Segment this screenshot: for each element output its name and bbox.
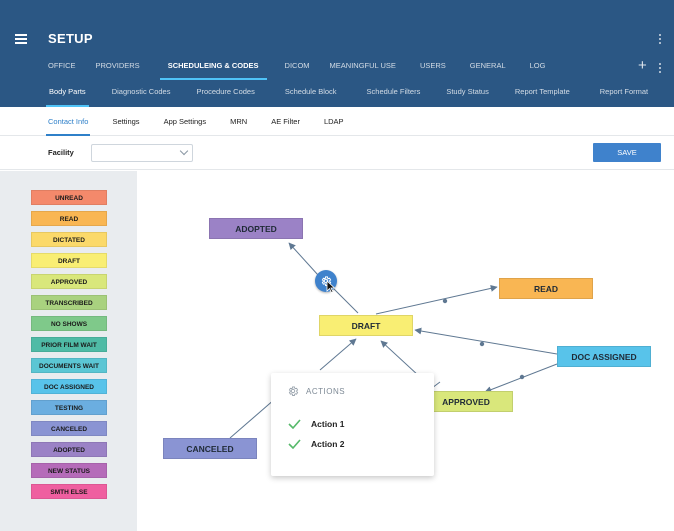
secondary-nav: Body Parts Diagnostic Codes Procedure Co…	[36, 88, 661, 107]
tab-settings[interactable]: Settings	[100, 107, 151, 136]
workflow-node-canceled[interactable]: CANCELED	[163, 438, 257, 459]
sub-tab-schedule-block[interactable]: Schedule Block	[272, 88, 350, 107]
tab-ae-filter[interactable]: AE Filter	[259, 107, 312, 136]
more-vert-icon[interactable]	[659, 34, 662, 46]
status-chip-doc-assigned[interactable]: DOC ASSIGNED	[31, 379, 107, 394]
action-item-2[interactable]: Action 2	[288, 437, 345, 451]
tab-app-settings[interactable]: App Settings	[152, 107, 219, 136]
action-label: Action 1	[311, 419, 345, 429]
sub-tab-diagnostic-codes[interactable]: Diagnostic Codes	[99, 88, 184, 107]
check-icon	[288, 439, 301, 449]
nav-tab-meaningful-use[interactable]: MEANINGFUL USE	[320, 62, 406, 80]
status-chip-testing[interactable]: TESTING	[31, 400, 107, 415]
status-chip-adopted[interactable]: ADOPTED	[31, 442, 107, 457]
more-vert-icon[interactable]	[659, 63, 662, 75]
nav-tab-general[interactable]: GENERAL	[460, 62, 516, 80]
nav-tab-users[interactable]: USERS	[410, 62, 456, 80]
status-chip-transcribed[interactable]: TRANSCRIBED	[31, 295, 107, 310]
workflow-node-read[interactable]: READ	[499, 278, 593, 299]
status-chip-draft[interactable]: DRAFT	[31, 253, 107, 268]
sub-tab-report-format[interactable]: Report Format	[587, 88, 661, 107]
status-chip-unread[interactable]: UNREAD	[31, 190, 107, 205]
top-app-bar: SETUP OFFICE PROVIDERS SCHEDULEING & COD…	[0, 0, 674, 107]
nav-tab-scheduling-codes[interactable]: SCHEDULEING & CODES	[158, 62, 269, 80]
sub-tab-body-parts[interactable]: Body Parts	[36, 88, 99, 107]
status-chip-smth-else[interactable]: SMTH ELSE	[31, 484, 107, 499]
app-title: SETUP	[48, 31, 93, 46]
status-chip-dictated[interactable]: DICTATED	[31, 232, 107, 247]
sub-tab-procedure-codes[interactable]: Procedure Codes	[183, 88, 267, 107]
workflow-node-draft[interactable]: DRAFT	[319, 315, 413, 336]
tab-mrn[interactable]: MRN	[218, 107, 259, 136]
filter-row: Facility	[0, 136, 674, 170]
action-item-1[interactable]: Action 1	[288, 417, 345, 431]
tab-contact-info[interactable]: Contact Info	[36, 107, 100, 136]
nav-tab-office[interactable]: OFFICE	[38, 62, 86, 80]
actions-title: ACTIONS	[306, 386, 346, 396]
add-icon[interactable]: +	[638, 58, 647, 73]
sub-tab-report-template[interactable]: Report Template	[502, 88, 583, 107]
workflow-node-doc-assigned[interactable]: DOC ASSIGNED	[557, 346, 651, 367]
facility-select[interactable]	[91, 144, 193, 162]
setup-screen: SETUP OFFICE PROVIDERS SCHEDULEING & COD…	[0, 0, 674, 531]
sub-tab-schedule-filters[interactable]: Schedule Filters	[354, 88, 434, 107]
facility-label: Facility	[48, 148, 74, 157]
actions-popup: ACTIONS Action 1 Action 2	[271, 373, 434, 476]
save-button[interactable]: SAVE	[593, 143, 661, 162]
primary-nav: OFFICE PROVIDERS SCHEDULEING & CODES DIC…	[38, 62, 555, 80]
tab-ldap[interactable]: LDAP	[312, 107, 356, 136]
nav-tab-dicom[interactable]: DICOM	[275, 62, 320, 80]
status-palette: UNREAD READ DICTATED DRAFT APPROVED TRANSCRIB…	[0, 171, 137, 531]
nav-tab-providers[interactable]: PROVIDERS	[86, 62, 150, 80]
status-chip-documents-wait[interactable]: DOCUMENTS WAIT	[31, 358, 107, 373]
status-chip-new-status[interactable]: NEW STATUS	[31, 463, 107, 478]
section-tabs: Contact Info Settings App Settings MRN A…	[0, 107, 674, 136]
sub-tab-study-status[interactable]: Study Status	[433, 88, 502, 107]
actions-header: ACTIONS	[287, 385, 345, 397]
workflow-node-adopted[interactable]: ADOPTED	[209, 218, 303, 239]
gear-icon	[288, 386, 299, 396]
action-label: Action 2	[311, 439, 345, 449]
chevron-down-icon	[179, 146, 189, 156]
hamburger-icon[interactable]	[15, 34, 27, 44]
status-chip-read[interactable]: READ	[31, 211, 107, 226]
check-icon	[288, 419, 301, 429]
status-chip-approved[interactable]: APPROVED	[31, 274, 107, 289]
mouse-cursor-icon	[326, 280, 336, 293]
status-chip-prior-film-wait[interactable]: PRIOR FILM WAIT	[31, 337, 107, 352]
status-chip-no-shows[interactable]: NO SHOWS	[31, 316, 107, 331]
nav-tab-log[interactable]: LOG	[520, 62, 556, 80]
status-chip-canceled[interactable]: CANCELED	[31, 421, 107, 436]
